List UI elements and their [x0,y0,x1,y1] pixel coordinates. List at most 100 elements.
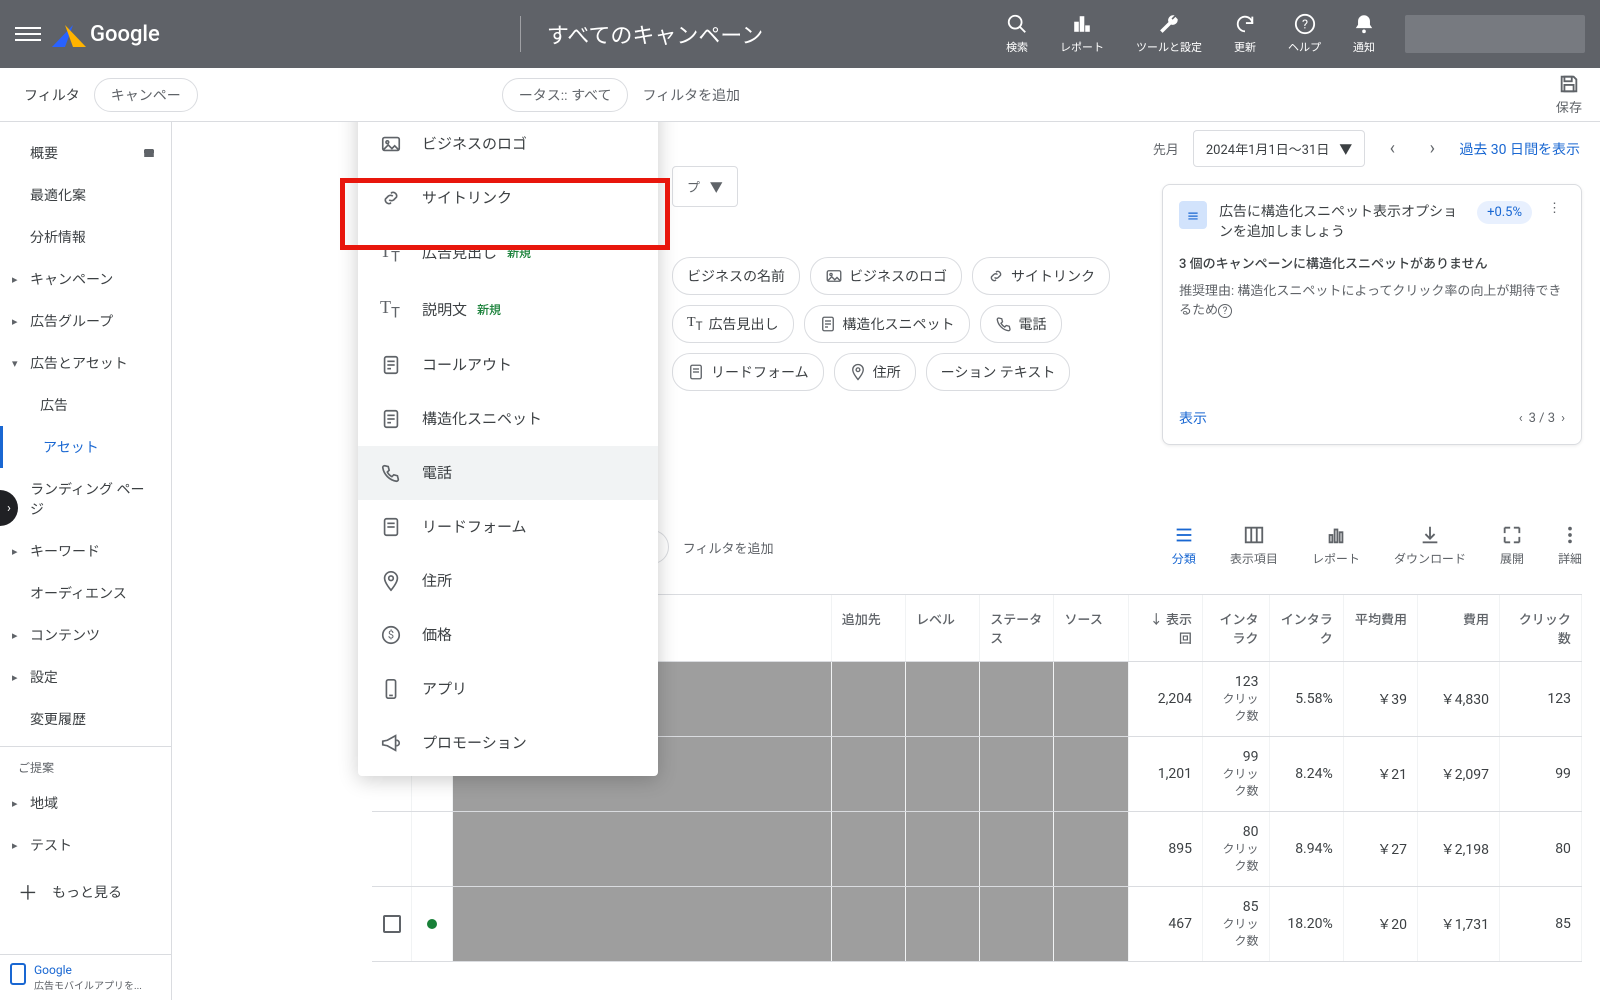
account-switcher[interactable] [1405,15,1585,53]
col-interaction-rate[interactable]: インタラク [1270,595,1344,661]
image-icon [380,133,402,155]
menu-item-promo[interactable]: プロモーション [358,716,658,770]
sidebar-item-settings[interactable]: 設定 [0,656,171,698]
row-checkbox[interactable] [372,812,412,886]
sidebar-item-insights[interactable]: 分析情報 [0,216,171,258]
table-tool-expand[interactable]: 展開 [1500,524,1524,567]
menu-item-address[interactable]: 住所 [358,554,658,608]
date-next-button[interactable]: › [1419,136,1445,162]
save-filter[interactable]: 保存 [1556,73,1582,116]
row-status-dot [412,812,452,886]
menu-item-callout[interactable]: コールアウト [358,338,658,392]
cell-level [906,737,980,811]
table-tool-columns[interactable]: 表示項目 [1230,524,1278,567]
pager-next-icon[interactable]: › [1561,411,1565,426]
chip-phone[interactable]: 電話 [980,305,1062,343]
menu-item-snippet[interactable]: 構造化スニペット [358,392,658,446]
col-impressions[interactable]: ↓ 表示回 [1129,595,1203,661]
table-tool-report[interactable]: レポート [1312,524,1360,567]
cell-level [906,812,980,886]
info-icon[interactable]: ? [1218,304,1232,318]
cell-interaction-rate: 8.24% [1270,737,1344,811]
chip-headline[interactable]: TT広告見出し [672,305,794,343]
sidebar-item-landing[interactable]: ランディング ページ [0,468,171,530]
chip-sitelink[interactable]: サイトリンク [972,257,1110,295]
table-row[interactable]: 46785クリック数18.20%￥20￥1,73185 [372,887,1582,962]
sidebar-item-adgroups[interactable]: 広告グループ [0,300,171,342]
sidebar-item-overview[interactable]: 概要 [0,132,171,174]
chip-bizlogo[interactable]: ビジネスのロゴ [810,257,962,295]
sidebar-item-audience[interactable]: オーディエンス [0,572,171,614]
sidebar-item-ads[interactable]: 広告 [0,384,171,426]
col-addto[interactable]: 追加先 [832,595,906,661]
help-label: ヘルプ [1288,39,1321,55]
card-menu-icon[interactable]: ⋮ [1544,201,1565,216]
cell-cost: ￥2,198 [1418,812,1500,886]
chip-leadform[interactable]: リードフォーム [672,353,824,391]
ads-logo-icon [56,21,82,47]
sidebar-item-assets[interactable]: アセット [0,426,171,468]
recommendation-view-link[interactable]: 表示 [1179,408,1207,428]
col-avg-cost[interactable]: 平均費用 [1344,595,1418,661]
menu-icon[interactable] [15,21,41,47]
chip-snippet[interactable]: 構造化スニペット [804,305,970,343]
sidebar-item-content[interactable]: コンテンツ [0,614,171,656]
mobile-app-banner[interactable]: Google広告モバイルアプリを... [0,954,171,1000]
menu-item-app[interactable]: アプリ [358,662,658,716]
notify-tool[interactable]: 通知 [1353,13,1375,55]
chip-promo-text[interactable]: ーション テキスト [926,353,1071,391]
col-level[interactable]: レベル [906,595,980,661]
uplift-badge: +0.5% [1477,201,1532,224]
asset-type-select[interactable]: プ ▼ [672,166,738,207]
table-tool-more[interactable]: 詳細 [1558,524,1582,567]
col-interactions[interactable]: インタラク [1203,595,1270,661]
menu-item-price[interactable]: $価格 [358,608,658,662]
svg-text:?: ? [1301,18,1307,33]
chip-bizname[interactable]: ビジネスの名前 [672,257,800,295]
menu-item-sitelink[interactable]: サイトリンク [358,171,658,225]
sidebar-item-more[interactable]: ＋もっと見る [0,866,171,917]
tools-settings[interactable]: ツールと設定 [1136,13,1202,55]
date-prev-button[interactable]: ‹ [1379,136,1405,162]
sidebar-item-keywords[interactable]: キーワード [0,530,171,572]
sidebar-item-campaigns[interactable]: キャンペーン [0,258,171,300]
col-source[interactable]: ソース [1054,595,1128,661]
logo[interactable]: Google [56,21,160,47]
menu-item-leadform[interactable]: リードフォーム [358,500,658,554]
search-tool[interactable]: 検索 [1006,13,1028,55]
filter-chip-status[interactable]: ータス:: すべて [502,78,629,112]
date-range-picker[interactable]: 2024年1月1日～31日 ▼ [1193,130,1365,167]
pager-prev-icon[interactable]: ‹ [1519,411,1523,426]
add-filter[interactable]: フィルタを追加 [642,85,740,105]
cell-cost: ￥2,097 [1418,737,1500,811]
col-cost[interactable]: 費用 [1418,595,1500,661]
col-status[interactable]: ステータス [980,595,1054,661]
menu-item-bizlogo[interactable]: ビジネスのロゴ [358,122,658,171]
sidebar-item-test[interactable]: テスト [0,824,171,866]
cell-level [906,662,980,736]
col-clicks[interactable]: クリック数 [1500,595,1582,661]
cell-clicks: 123 [1500,662,1582,736]
table-tool-download[interactable]: ダウンロード [1394,524,1466,567]
table-add-filter[interactable]: フィルタを追加 [683,538,774,557]
menu-item-phone[interactable]: 電話 [358,446,658,500]
date-last30-link[interactable]: 過去 30 日間を表示 [1459,139,1580,159]
tools-label: ツールと設定 [1136,39,1202,55]
sidebar-item-recommendations[interactable]: 最適化案 [0,174,171,216]
row-checkbox[interactable] [372,887,412,961]
sidebar-item-location[interactable]: 地域 [0,782,171,824]
help-tool[interactable]: ? ヘルプ [1288,13,1321,55]
table-row[interactable]: 89580クリック数8.94%￥27￥2,19880 [372,812,1582,887]
doc-icon [380,354,402,376]
sidebar-item-history[interactable]: 変更履歴 [0,698,171,740]
chip-address[interactable]: 住所 [834,353,916,391]
filter-chip-campaign[interactable]: キャンペー [94,78,198,112]
app-header: Google すべてのキャンペーン 検索 レポート ツールと設定 更新 ? ヘル… [0,0,1600,68]
sidebar-item-ads-assets[interactable]: 広告とアセット [0,342,171,384]
refresh-tool[interactable]: 更新 [1234,13,1256,55]
cell-interactions: 85クリック数 [1203,887,1270,961]
table-tool-segment[interactable]: 分類 [1172,524,1196,567]
menu-item-headline[interactable]: TT広告見出し新規 [358,225,658,282]
menu-item-description[interactable]: TT説明文新規 [358,281,658,338]
report-tool[interactable]: レポート [1060,13,1104,55]
